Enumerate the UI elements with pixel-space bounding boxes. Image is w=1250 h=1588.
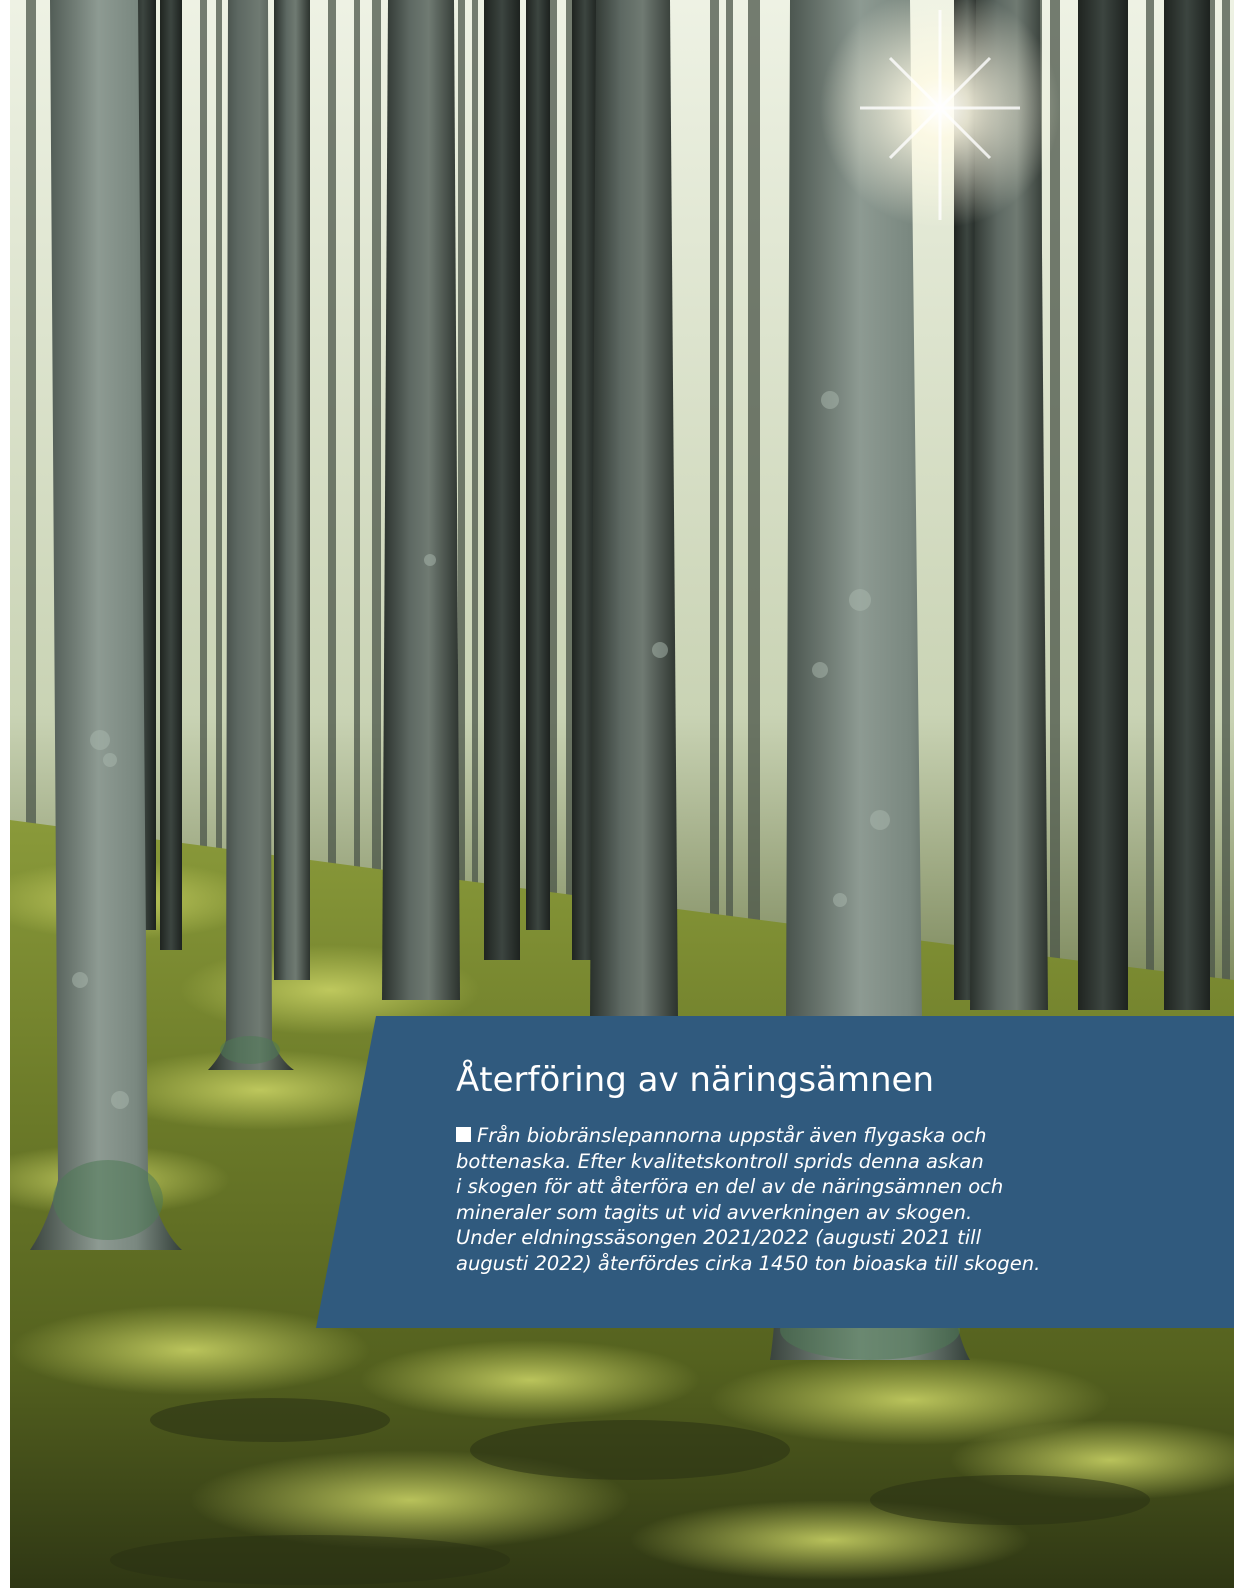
body-line: bottenaska. Efter kvalitetskontroll spri…: [456, 1149, 984, 1173]
section-body: Från biobränslepannorna uppstår även fly…: [456, 1123, 1196, 1276]
body-line: i skogen för att återföra en del av de n…: [456, 1175, 1004, 1198]
body-line: Från biobränslepannorna uppstår även fly…: [456, 1123, 1196, 1149]
square-bullet-icon: [456, 1127, 471, 1142]
forest-photo: [10, 0, 1234, 1588]
page: [10, 0, 1234, 1588]
body-line: augusti 2022) återfördes cirka 1450 ton …: [456, 1251, 1041, 1275]
section-title: Återföring av näringsämnen: [456, 1060, 935, 1100]
body-line: Under eldningssäsongen 2021/2022 (august…: [456, 1226, 981, 1249]
body-line: mineraler som tagits ut vid avverkningen…: [456, 1200, 973, 1224]
